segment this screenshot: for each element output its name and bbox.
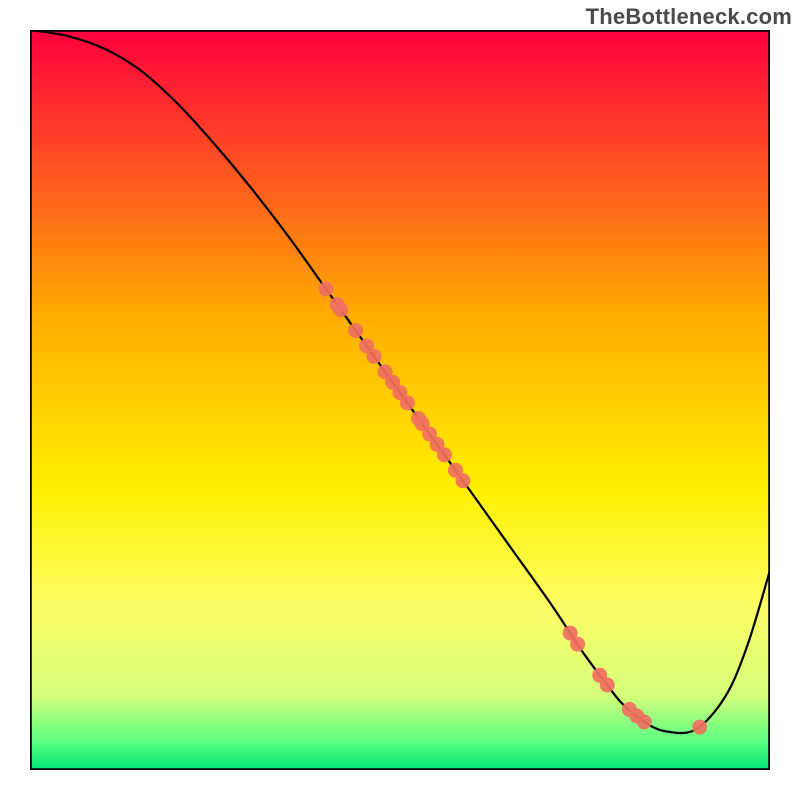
data-marker xyxy=(455,473,470,488)
watermark-text: TheBottleneck.com xyxy=(586,4,792,30)
data-marker xyxy=(437,447,452,462)
data-marker xyxy=(570,637,585,652)
chart-svg xyxy=(30,30,770,770)
data-marker xyxy=(333,302,348,317)
data-marker xyxy=(692,720,707,735)
plot-area xyxy=(30,30,770,770)
chart-container: TheBottleneck.com xyxy=(0,0,800,800)
data-marker xyxy=(348,323,363,338)
data-marker xyxy=(600,677,615,692)
data-marker xyxy=(319,282,334,297)
data-marker xyxy=(637,714,652,729)
data-marker xyxy=(367,349,382,364)
data-marker xyxy=(400,395,415,410)
